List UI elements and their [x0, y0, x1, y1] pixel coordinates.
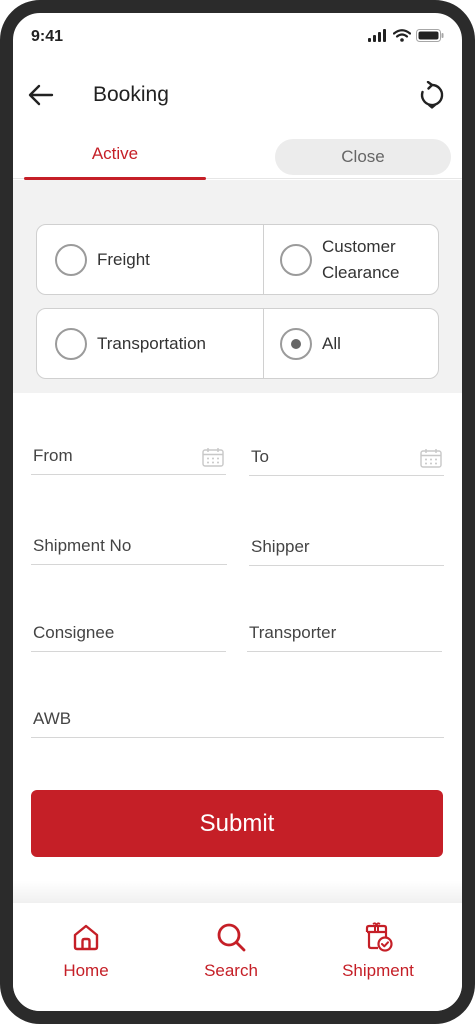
from-date-input[interactable] [31, 439, 226, 473]
submit-button[interactable]: Submit [31, 790, 443, 857]
search-icon [217, 923, 246, 952]
freight-label: Freight [97, 249, 150, 269]
to-date-input[interactable] [249, 440, 444, 474]
wifi-icon [393, 29, 411, 42]
option-customer-clearance[interactable]: Customer Clearance [264, 225, 438, 294]
app-header: Booking [13, 73, 462, 117]
option-row: Transportation All [36, 308, 439, 379]
signal-icon [368, 29, 386, 42]
nav-search[interactable]: Search [171, 921, 291, 981]
freight-radio[interactable] [55, 243, 87, 276]
transportation-label: Transportation [97, 333, 206, 353]
transportation-radio[interactable] [55, 327, 87, 360]
nav-shipment-label: Shipment [342, 961, 414, 980]
option-row: Freight Customer Clearance [36, 224, 439, 295]
transporter-field[interactable] [247, 616, 442, 652]
arrow-left-icon [28, 84, 54, 106]
nav-search-label: Search [204, 961, 258, 980]
shipment-no-field[interactable] [31, 529, 227, 565]
customer-clearance-radio[interactable] [280, 243, 312, 276]
shipper-field[interactable] [249, 530, 444, 566]
customer-clearance-label-line2: Clearance [322, 262, 400, 282]
tab-bar: Active Close [13, 137, 462, 180]
phone-frame: 9:41 Booking Active Close Freight Custom… [0, 0, 475, 1024]
bottom-nav: Home Search Shipment [13, 881, 462, 1011]
calendar-icon[interactable] [420, 448, 442, 468]
status-time: 9:41 [31, 28, 64, 45]
shipment-no-input[interactable] [31, 529, 227, 563]
awb-input[interactable] [31, 702, 444, 736]
status-icons [368, 29, 444, 42]
consignee-input[interactable] [31, 616, 226, 650]
option-freight[interactable]: Freight [37, 225, 264, 294]
option-transportation[interactable]: Transportation [37, 309, 264, 378]
customer-clearance-label-line1: Customer [322, 236, 396, 256]
option-all[interactable]: All [264, 309, 438, 378]
to-date-field[interactable] [249, 440, 444, 476]
calendar-icon[interactable] [202, 447, 224, 467]
home-icon [73, 924, 99, 951]
nav-shipment[interactable]: Shipment [318, 921, 438, 981]
back-button[interactable] [25, 79, 57, 111]
nav-home[interactable]: Home [26, 921, 146, 981]
tab-active[interactable]: Active [24, 137, 206, 180]
shipment-icon [365, 922, 393, 952]
consignee-field[interactable] [31, 616, 226, 652]
page-title: Booking [93, 83, 169, 106]
all-label: All [322, 333, 341, 353]
nav-home-label: Home [63, 961, 109, 980]
transporter-input[interactable] [247, 616, 442, 650]
shipper-input[interactable] [249, 530, 444, 564]
all-radio-selected[interactable] [280, 327, 312, 360]
awb-field[interactable] [31, 702, 444, 738]
service-filter: Freight Customer Clearance Transportatio… [13, 180, 462, 393]
battery-icon [416, 29, 444, 42]
refresh-button[interactable] [416, 79, 448, 111]
from-date-field[interactable] [31, 439, 226, 475]
status-bar: 9:41 [13, 13, 462, 65]
tab-close[interactable]: Close [275, 139, 451, 175]
screen: 9:41 Booking Active Close Freight Custom… [13, 13, 462, 1011]
customer-clearance-label: Customer Clearance [322, 234, 400, 286]
refresh-icon [420, 81, 444, 109]
